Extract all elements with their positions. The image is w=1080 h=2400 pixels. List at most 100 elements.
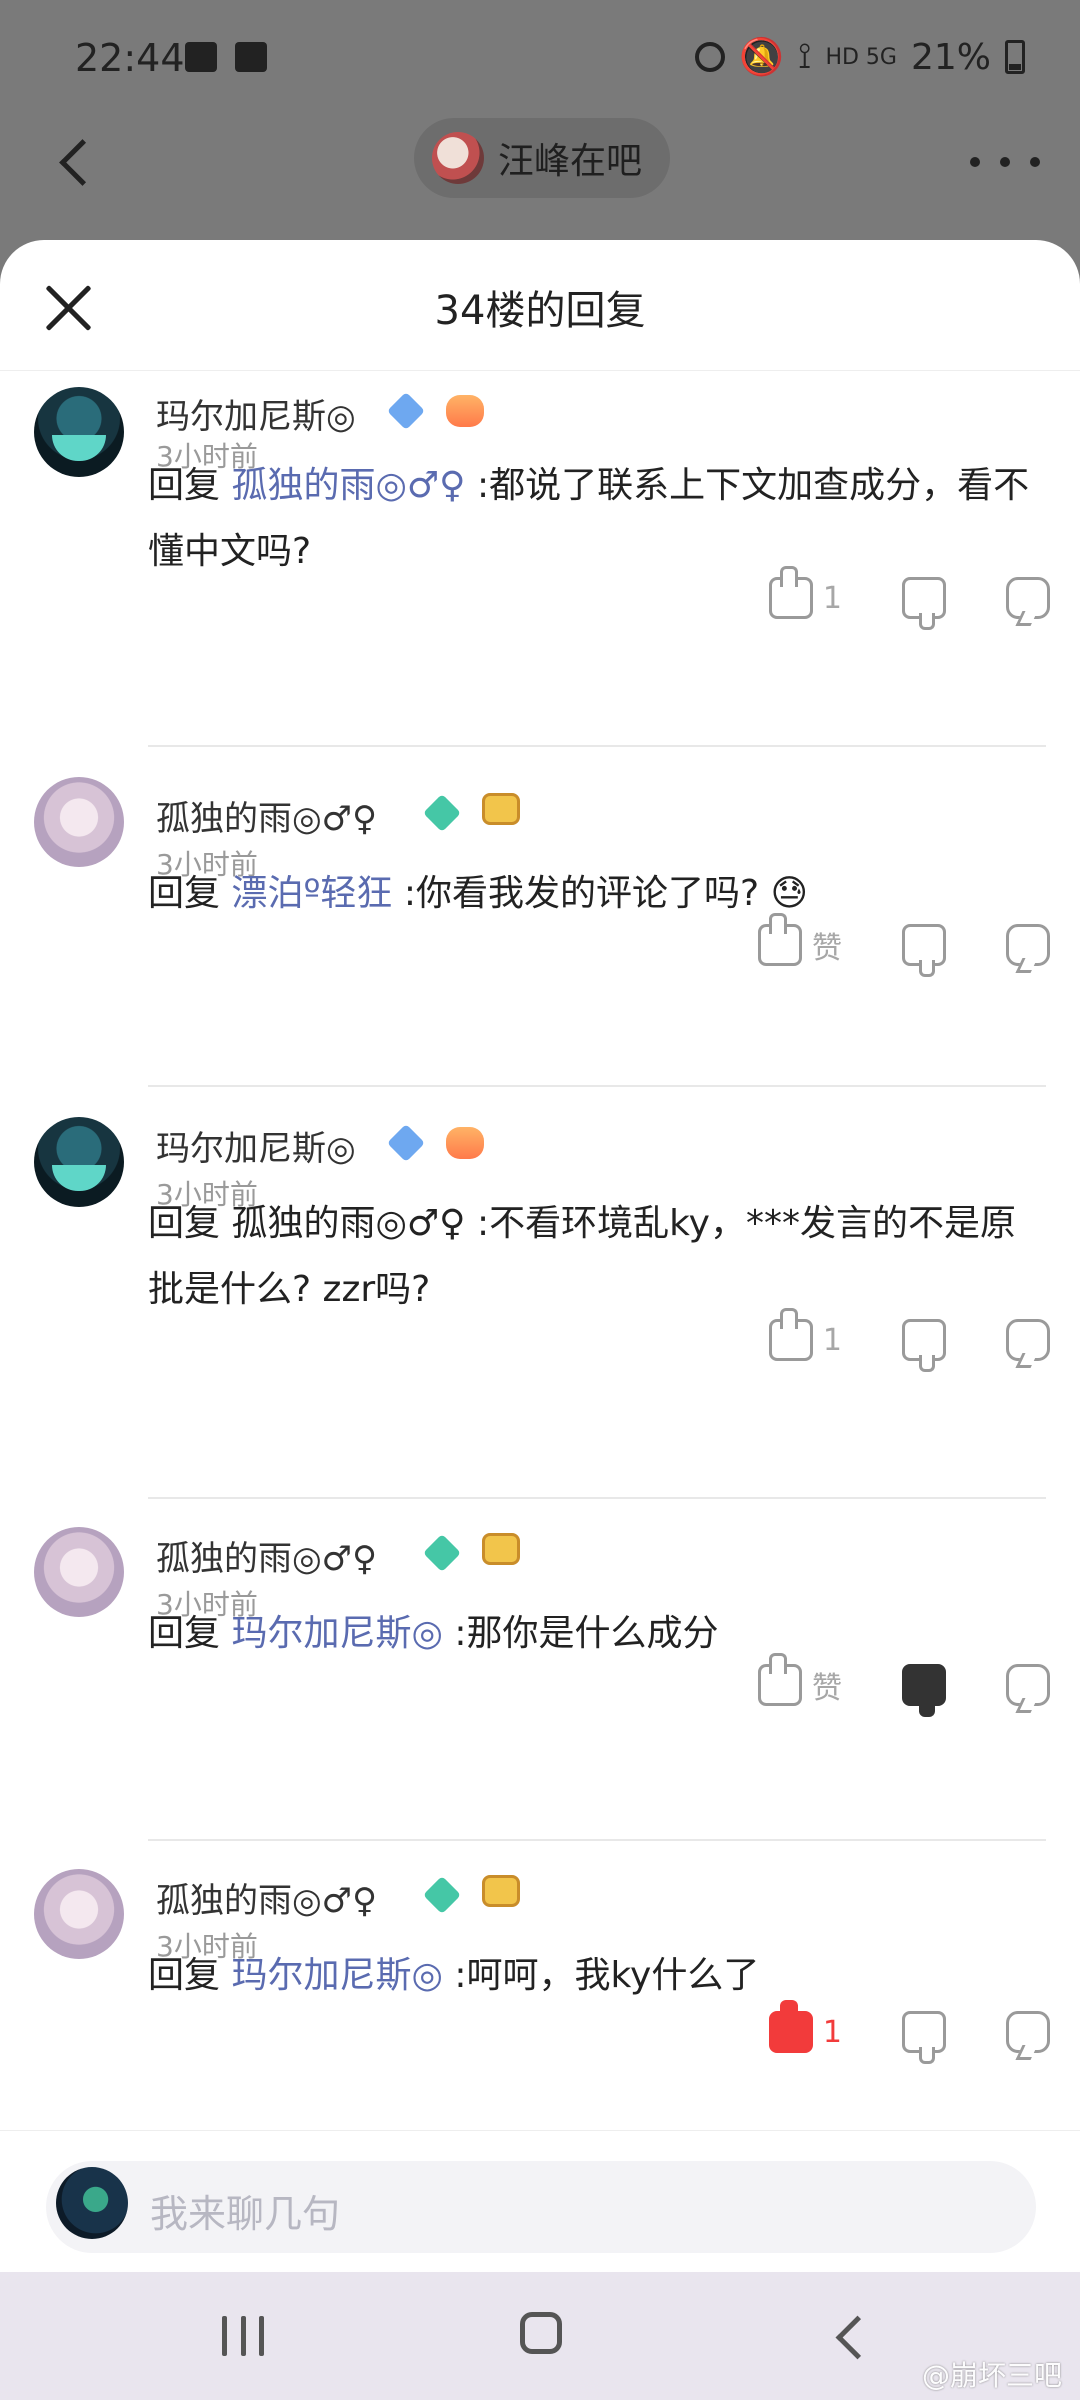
medal-badge-icon [482,793,520,825]
status-time: 22:44 [75,36,185,80]
reply-button[interactable] [1006,577,1050,619]
level-badge-icon [422,793,462,833]
avatar[interactable] [34,1527,124,1617]
thumb-down-icon [902,2011,946,2064]
comment-body: :那你是什么成分 [442,1613,719,1654]
forum-avatar [432,132,484,184]
avatar[interactable] [34,777,124,867]
comment-text: 回复 玛尔加尼斯◎ :那你是什么成分 [148,1601,1048,1667]
reply-prefix: 回复 [148,465,232,506]
reply-icon [1006,924,1050,966]
like-count: 1 [822,2014,842,2050]
comment-item: 孤独的雨◎♂♀ 3小时前 回复 漂泊º轻狂 :你看我发的评论了吗? 😓 赞 [0,751,1080,1091]
avatar[interactable] [34,387,124,477]
like-button[interactable]: 1 [768,1308,842,1361]
reply-prefix: 回复 [148,1613,232,1654]
status-bar: 22:44 🔕 ⟟ HD 5G 21% [0,0,1080,120]
reply-icon [1006,1319,1050,1361]
like-button[interactable]: 1 [768,566,842,619]
comment-body: :你看我发的评论了吗? 😓 [392,873,809,914]
comment-text: 回复 孤独的雨◎♂♀ :不看环境乱ky，***发言的不是原批是什么? zzr吗? [148,1191,1048,1323]
avatar[interactable] [34,1117,124,1207]
comment-item: 孤独的雨◎♂♀ 3小时前 回复 玛尔加尼斯◎ :呵呵，我ky什么了 1 [0,1843,1080,2143]
username[interactable]: 玛尔加尼斯◎ [156,1121,356,1170]
like-count: 1 [822,580,842,616]
username[interactable]: 孤独的雨◎♂♀ [156,1531,377,1580]
home-button[interactable] [520,2312,562,2354]
reply-icon [1006,1664,1050,1706]
game-badge-icon [446,395,484,427]
thumb-up-icon [758,913,802,966]
like-button[interactable]: 赞 [758,913,842,967]
comment-actions: 赞 [758,1653,1050,1717]
reply-icon [1006,577,1050,619]
comment-text: 回复 漂泊º轻狂 :你看我发的评论了吗? 😓 [148,861,1048,927]
comment-body: 孤独的雨◎♂♀ :不看环境乱ky，***发言的不是原批是什么? zzr吗? [148,1203,1016,1310]
recents-line-icon [259,2316,264,2356]
dislike-button[interactable] [902,1664,946,1717]
comment-actions: 1 [768,2000,1050,2064]
gallery-icon [185,42,217,72]
comment-item: 孤独的雨◎♂♀ 3小时前 回复 玛尔加尼斯◎ :那你是什么成分 赞 [0,1501,1080,1841]
recents-button[interactable] [222,2316,264,2356]
reply-button[interactable] [1006,2011,1050,2053]
like-count: 赞 [812,1671,842,1706]
reply-prefix: 回复 [148,1955,232,1996]
nav-back-button[interactable] [830,2316,870,2356]
mention-link[interactable]: 玛尔加尼斯◎ [231,1613,442,1654]
username[interactable]: 孤独的雨◎♂♀ [156,1873,377,1922]
reply-button[interactable] [1006,924,1050,966]
divider [148,745,1046,747]
avatar[interactable] [34,1869,124,1959]
mention-link[interactable]: 玛尔加尼斯◎ [231,1955,442,1996]
forum-name: 汪峰在吧 [498,141,643,182]
comment-text: 回复 玛尔加尼斯◎ :呵呵，我ky什么了 [148,1943,1048,2009]
mention-link[interactable]: 漂泊º轻狂 [231,873,392,914]
like-count: 1 [822,1322,842,1358]
comment-body: :呵呵，我ky什么了 [442,1955,760,1996]
like-button[interactable]: 1 [768,2000,842,2053]
thumb-up-icon [758,1653,802,1706]
level-badge-icon [386,1123,426,1163]
comment-input-placeholder: 我来聊几句 [150,2192,341,2236]
replies-sheet: 34楼的回复 玛尔加尼斯◎ 3小时前 回复 孤独的雨◎♂♀ :都说了联系上下文加… [0,240,1080,2272]
more-options-button[interactable] [970,132,1040,192]
forum-pill[interactable]: 汪峰在吧 [414,118,671,198]
dislike-button[interactable] [902,924,946,977]
mention-link[interactable]: 孤独的雨◎♂♀ [231,465,465,506]
like-button[interactable]: 赞 [758,1653,842,1707]
thumb-up-icon [768,2000,813,2053]
username[interactable]: 玛尔加尼斯◎ [156,389,356,438]
comment-item: 玛尔加尼斯◎ 3小时前 回复 孤独的雨◎♂♀ :都说了联系上下文加查成分，看不懂… [0,371,1080,747]
reply-prefix: 回复 [148,1203,232,1244]
comment-text: 回复 孤独的雨◎♂♀ :都说了联系上下文加查成分，看不懂中文吗? [148,453,1048,585]
dislike-button[interactable] [902,2011,946,2064]
thumb-up-icon [768,1308,813,1361]
status-right: 🔕 ⟟ HD 5G 21% [695,36,1025,78]
more-dot-icon [1000,157,1010,167]
reply-button[interactable] [1006,1319,1050,1361]
thumb-down-icon [902,1319,946,1372]
dislike-button[interactable] [902,1319,946,1372]
medal-badge-icon [482,1533,520,1565]
more-dot-icon [970,157,980,167]
system-nav-bar: @崩坏三吧 [0,2272,1080,2400]
thumb-up-icon [768,566,813,619]
divider [148,1497,1046,1499]
watermark: @崩坏三吧 [921,2359,1062,2392]
medal-badge-icon [482,1875,520,1907]
comment-input-bar: 我来聊几句 [0,2130,1080,2273]
reply-icon [1006,2011,1050,2053]
username[interactable]: 孤独的雨◎♂♀ [156,791,377,840]
battery-percent: 21% [910,36,991,78]
mute-icon: 🔕 [739,37,785,78]
my-avatar [56,2167,128,2239]
back-button[interactable] [48,128,108,198]
dislike-button[interactable] [902,577,946,630]
thumb-down-icon [902,577,946,630]
reply-prefix: 回复 [148,873,232,914]
reply-button[interactable] [1006,1664,1050,1706]
sheet-header: 34楼的回复 [0,240,1080,371]
comment-actions: 1 [768,566,1050,630]
level-badge-icon [386,391,426,431]
